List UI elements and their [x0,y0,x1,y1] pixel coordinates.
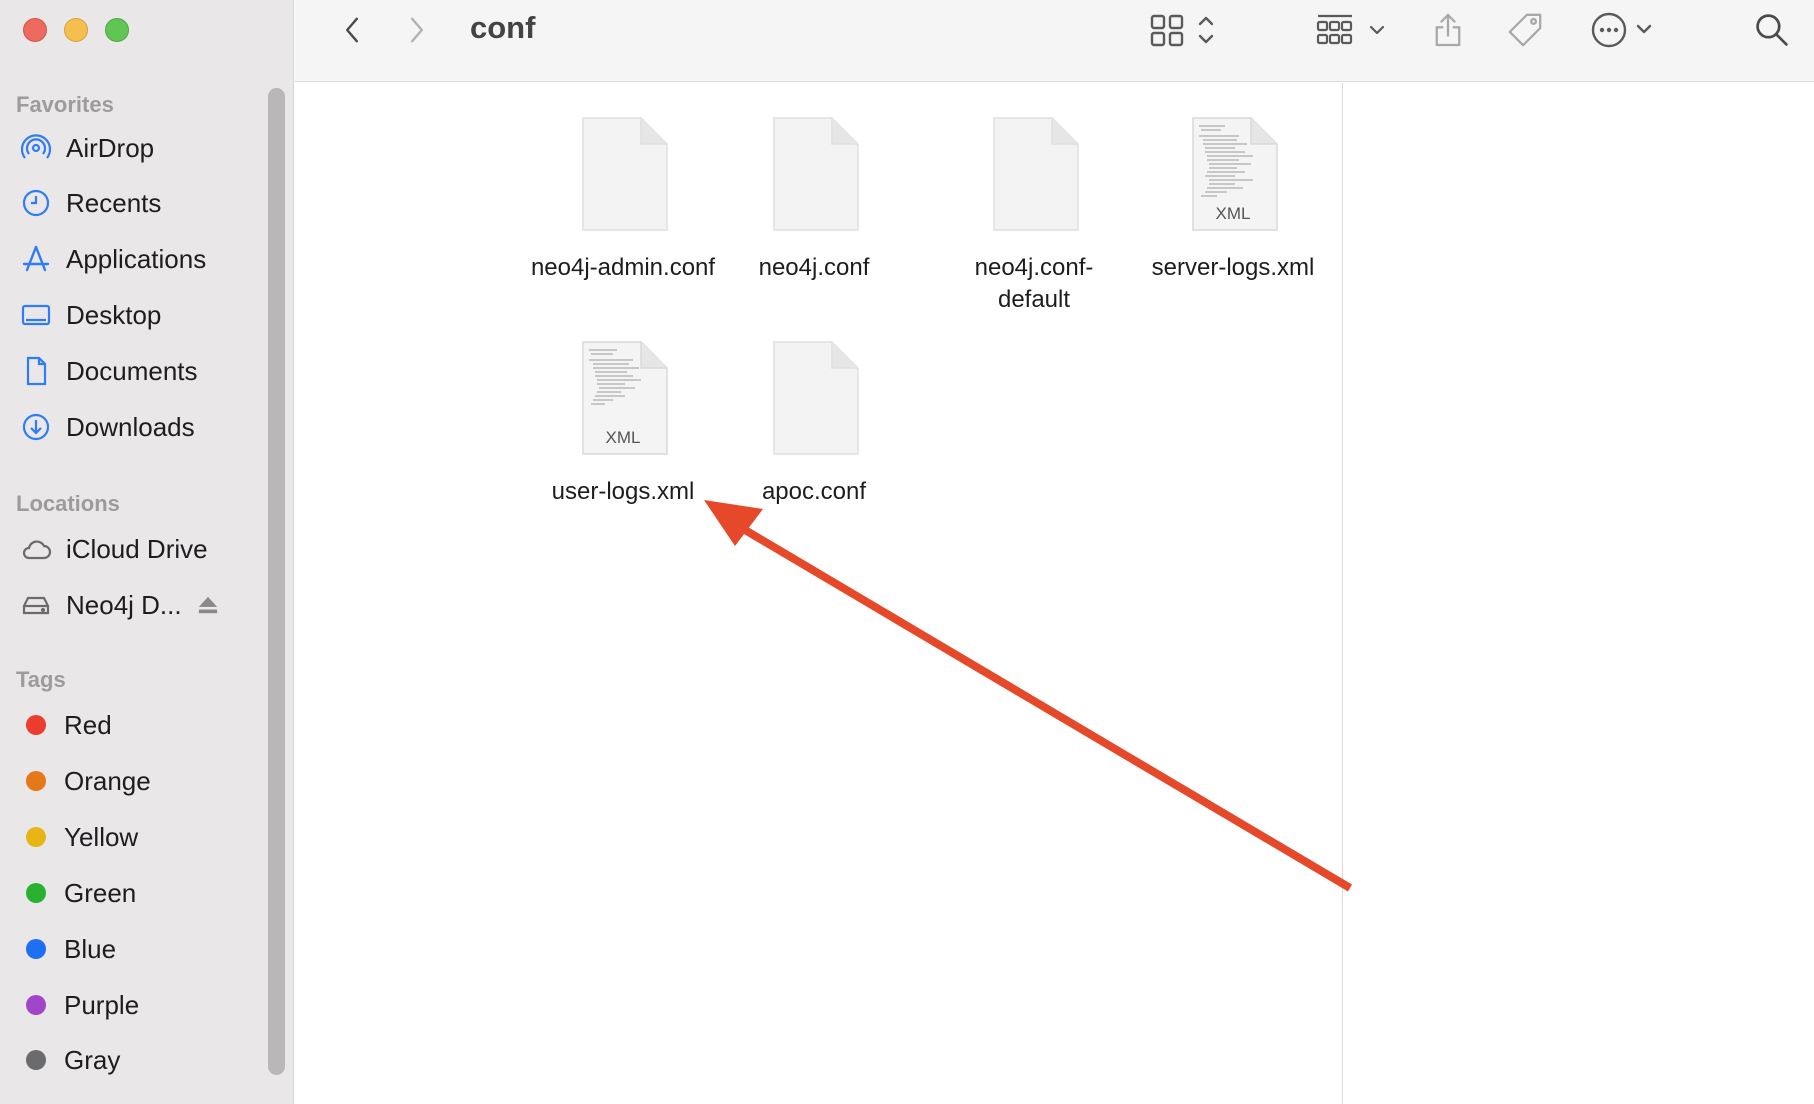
document-icon [19,354,53,388]
sidebar-item-label: Downloads [66,411,195,442]
sidebar-item-downloads[interactable]: Downloads [0,405,262,449]
search-button[interactable] [1750,0,1794,60]
sidebar-item-label: Orange [64,765,151,796]
file-item[interactable]: neo4j.conf- default [934,116,1134,316]
group-by-button[interactable] [1315,0,1391,60]
group-grid-icon [1316,14,1385,45]
sidebar-item-applications[interactable]: Applications [0,237,262,281]
sidebar-item-label: Purple [64,989,140,1020]
clock-icon [19,186,53,220]
sidebar-item-tag-blue[interactable]: Blue [0,927,262,971]
locations-heading: Locations [16,491,120,516]
sidebar-item-label: Yellow [64,821,139,852]
tag-color-dot [26,939,46,959]
file-name: neo4j.conf [758,254,870,281]
ellipsis-circle-icon [1591,12,1652,48]
sidebar-item-desktop[interactable]: Desktop [0,293,262,337]
file-name: server-logs.xml [1151,254,1315,281]
file-item[interactable]: XML server-logs.xml [1133,116,1333,284]
tag-color-dot [26,995,46,1015]
sidebar-item-tag-red[interactable]: Red [0,703,262,747]
share-button[interactable] [1428,0,1468,60]
file-browser-area[interactable]: neo4j-admin.conf neo4j.conf neo4j.conf- … [295,83,1342,1104]
drive-icon [19,588,53,622]
sidebar-item-documents[interactable]: Documents [0,349,262,393]
sidebar-item-tag-orange[interactable]: Orange [0,759,262,803]
xml-badge: XML [605,428,641,447]
sidebar-item-label: Applications [66,243,207,274]
sidebar-item-label: Neo4j D... [66,589,182,620]
sidebar-item-airdrop[interactable]: AirDrop [0,126,262,170]
file-name: user-logs.xml [551,478,695,505]
xml-badge: XML [1215,204,1251,223]
back-button[interactable] [335,0,369,60]
sidebar: Favorites AirDrop Recents Applications D… [0,0,294,1104]
sidebar-item-label: iCloud Drive [66,533,208,564]
cloud-icon [19,532,53,566]
sidebar-item-label: Documents [66,355,198,386]
airdrop-icon [19,131,53,165]
desktop-icon [19,298,53,332]
generic-document-icon [768,116,860,234]
tag-color-dot [26,771,46,791]
sidebar-item-label: Desktop [66,299,162,330]
window-title: conf [470,10,536,45]
generic-document-icon [577,116,669,234]
sidebar-item-label: Red [64,709,112,740]
sidebar-item-tag-green[interactable]: Green [0,871,262,915]
tag-color-dot [26,715,46,735]
file-name: apoc.conf [761,478,867,505]
sidebar-item-tag-yellow[interactable]: Yellow [0,815,262,859]
search-icon [1756,14,1788,46]
file-item[interactable]: neo4j.conf [714,116,914,284]
sidebar-item-label: Gray [64,1044,121,1075]
sidebar-item-recents[interactable]: Recents [0,181,262,225]
tag-icon [1508,13,1542,47]
generic-document-icon [988,116,1080,234]
chevron-left-icon [346,17,358,43]
sidebar-item-tag-purple[interactable]: Purple [0,983,262,1027]
tag-color-dot [26,827,46,847]
preview-pane [1342,83,1814,1104]
sidebar-item-label: AirDrop [66,132,155,163]
favorites-heading: Favorites [16,92,114,117]
file-name: neo4j.conf- default [974,254,1094,313]
file-item[interactable]: neo4j-admin.conf [523,116,723,284]
more-actions-button[interactable] [1590,0,1660,60]
share-icon [1435,13,1461,47]
sidebar-item-tag-gray[interactable]: Gray [0,1038,262,1082]
sidebar-item-label: Blue [64,933,117,964]
forward-button[interactable] [400,0,434,60]
sidebar-item-neo4j-drive[interactable]: Neo4j D... [0,583,262,627]
icon-view-grid-icon [1150,14,1214,47]
xml-document-icon: XML [1187,116,1279,234]
sidebar-item-label: Recents [66,187,162,218]
close-window-button[interactable] [23,18,47,42]
eject-icon[interactable] [196,594,222,616]
window-controls [23,18,129,42]
sidebar-item-icloud-drive[interactable]: iCloud Drive [0,527,262,571]
tag-color-dot [26,1050,46,1070]
toolbar: conf [295,0,1814,82]
sidebar-scrollbar[interactable] [268,88,285,1075]
chevron-right-icon [411,17,423,43]
generic-document-icon [768,340,860,458]
download-icon [19,410,53,444]
xml-document-icon: XML [577,340,669,458]
file-item[interactable]: apoc.conf [714,340,914,508]
file-name: neo4j-admin.conf [530,254,716,281]
tag-button[interactable] [1503,0,1547,60]
tag-color-dot [26,883,46,903]
file-item[interactable]: XML user-logs.xml [523,340,723,508]
zoom-window-button[interactable] [105,18,129,42]
sidebar-item-label: Green [64,877,137,908]
view-mode-button[interactable] [1150,0,1234,60]
minimize-window-button[interactable] [64,18,88,42]
tags-heading: Tags [16,667,66,692]
applications-icon [19,242,53,276]
